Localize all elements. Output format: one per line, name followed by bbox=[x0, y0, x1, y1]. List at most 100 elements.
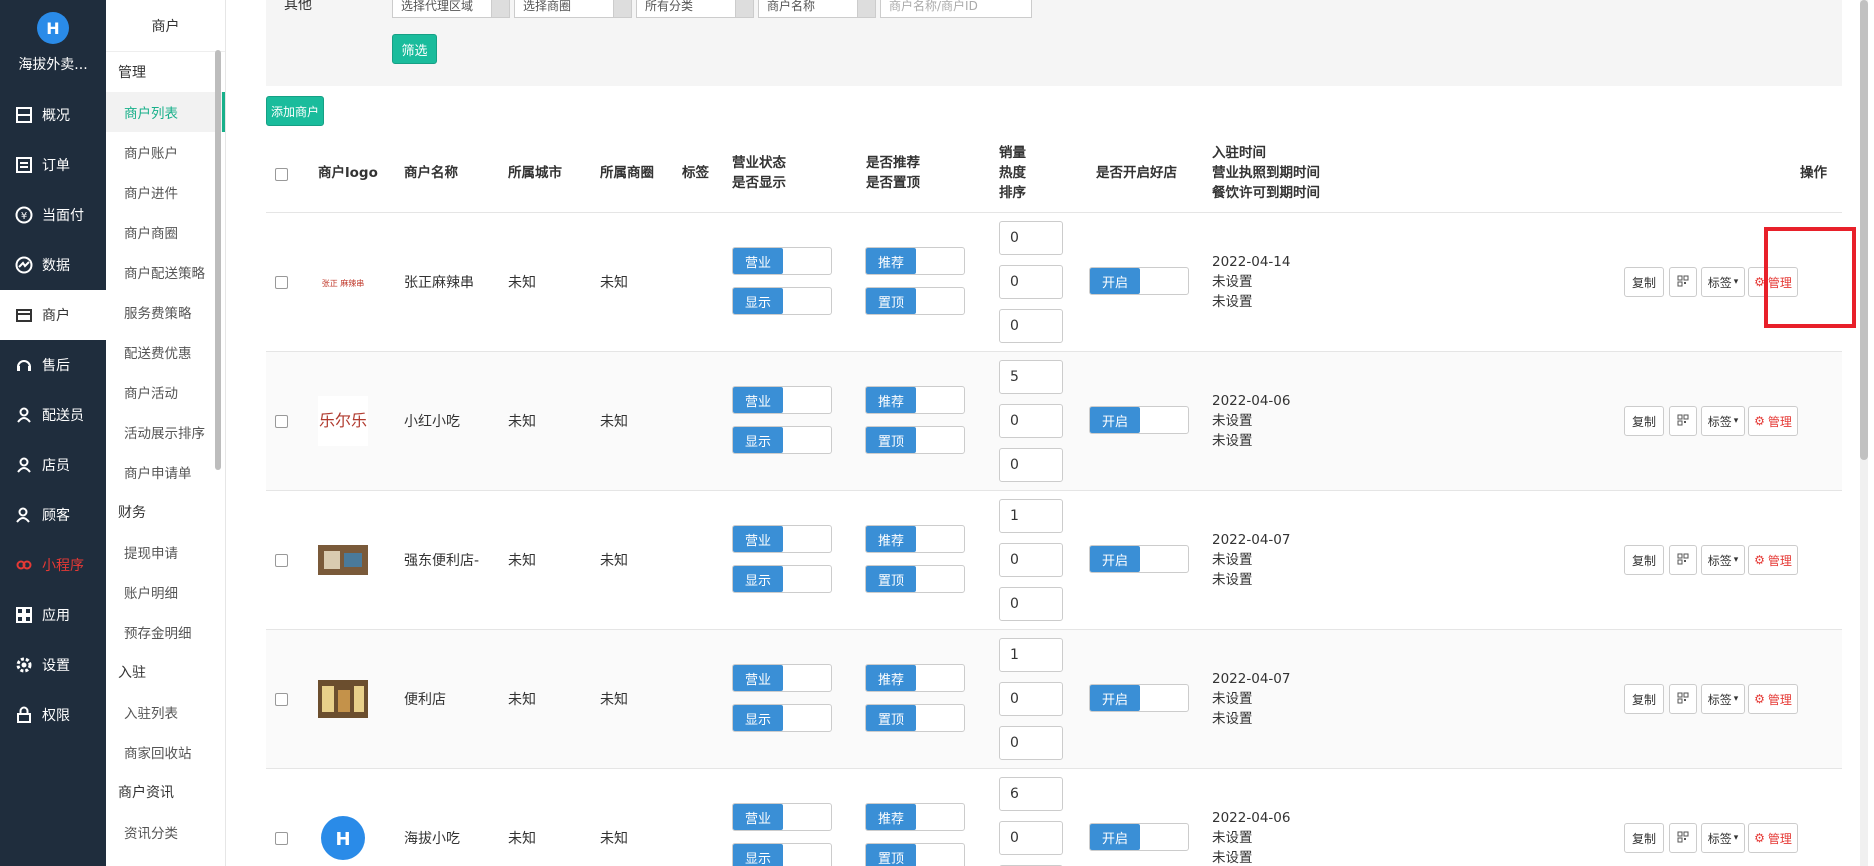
nav-item-4[interactable]: 商户 bbox=[0, 290, 106, 340]
tag-dropdown-button[interactable]: 标签 ▾ bbox=[1701, 684, 1745, 714]
subnav-item[interactable]: 商户配送策略 bbox=[106, 252, 225, 292]
manage-button[interactable]: ⚙ 管理 bbox=[1748, 823, 1798, 853]
nav-item-2[interactable]: ¥ 当面付 bbox=[0, 190, 106, 240]
show-toggle[interactable]: 显示 bbox=[732, 426, 832, 454]
recommend-toggle[interactable]: 推荐 bbox=[865, 664, 965, 692]
subnav-item[interactable]: 预存金明细 bbox=[106, 612, 225, 652]
copy-button[interactable]: 复制 bbox=[1624, 823, 1664, 853]
nav-item-12[interactable]: 权限 bbox=[0, 690, 106, 740]
sales-input[interactable]: 5 bbox=[999, 360, 1063, 394]
nav-item-10[interactable]: 应用 bbox=[0, 590, 106, 640]
subnav-item[interactable]: 商户账户 bbox=[106, 132, 225, 172]
add-merchant-button[interactable]: 添加商户 bbox=[266, 96, 324, 126]
top-toggle[interactable]: 置顶 bbox=[865, 704, 965, 732]
row-checkbox[interactable] bbox=[275, 554, 288, 567]
show-toggle[interactable]: 显示 bbox=[732, 843, 832, 866]
heat-input[interactable]: 0 bbox=[999, 682, 1063, 716]
show-toggle[interactable]: 显示 bbox=[732, 287, 832, 315]
sales-input[interactable]: 1 bbox=[999, 638, 1063, 672]
good-store-toggle[interactable]: 开启 bbox=[1089, 267, 1189, 295]
recommend-toggle[interactable]: 推荐 bbox=[865, 525, 965, 553]
sort-input[interactable]: 0 bbox=[999, 448, 1063, 482]
open-toggle[interactable]: 营业 bbox=[732, 247, 832, 275]
top-toggle[interactable]: 置顶 bbox=[865, 426, 965, 454]
manage-button[interactable]: ⚙ 管理 bbox=[1748, 545, 1798, 575]
open-toggle[interactable]: 营业 bbox=[732, 803, 832, 831]
sort-input[interactable]: 0 bbox=[999, 587, 1063, 621]
nav-item-0[interactable]: 概况 bbox=[0, 90, 106, 140]
nav-item-11[interactable]: 设置 bbox=[0, 640, 106, 690]
open-toggle[interactable]: 营业 bbox=[732, 525, 832, 553]
nav-item-9[interactable]: 小程序 bbox=[0, 540, 106, 590]
subnav-item[interactable]: 配送费优惠 bbox=[106, 332, 225, 372]
tag-dropdown-button[interactable]: 标签 ▾ bbox=[1701, 406, 1745, 436]
nav-item-7[interactable]: 店员 bbox=[0, 440, 106, 490]
subnav-item[interactable]: 入驻列表 bbox=[106, 692, 225, 732]
subnav-item[interactable]: 商户进件 bbox=[106, 172, 225, 212]
qrcode-button[interactable] bbox=[1669, 267, 1697, 297]
nav-item-1[interactable]: 订单 bbox=[0, 140, 106, 190]
copy-button[interactable]: 复制 bbox=[1624, 267, 1664, 297]
sales-input[interactable]: 6 bbox=[999, 777, 1063, 811]
sort-input[interactable]: 0 bbox=[999, 726, 1063, 760]
copy-button[interactable]: 复制 bbox=[1624, 406, 1664, 436]
open-toggle[interactable]: 营业 bbox=[732, 664, 832, 692]
copy-button[interactable]: 复制 bbox=[1624, 684, 1664, 714]
row-checkbox[interactable] bbox=[275, 832, 288, 845]
nav-item-5[interactable]: 售后 bbox=[0, 340, 106, 390]
nav-item-3[interactable]: 数据 bbox=[0, 240, 106, 290]
sales-input[interactable]: 0 bbox=[999, 221, 1063, 255]
row-checkbox[interactable] bbox=[275, 276, 288, 289]
filter-button[interactable]: 筛选 bbox=[392, 34, 437, 64]
subnav-scrollbar[interactable] bbox=[215, 50, 221, 470]
subnav-item[interactable]: 商户申请单 bbox=[106, 452, 225, 492]
recommend-toggle[interactable]: 推荐 bbox=[865, 247, 965, 275]
circle-select[interactable]: 选择商圈 bbox=[514, 0, 632, 18]
sales-input[interactable]: 1 bbox=[999, 499, 1063, 533]
main-scrollbar[interactable] bbox=[1860, 0, 1868, 866]
show-toggle[interactable]: 显示 bbox=[732, 565, 832, 593]
top-toggle[interactable]: 置顶 bbox=[865, 287, 965, 315]
good-store-toggle[interactable]: 开启 bbox=[1089, 406, 1189, 434]
good-store-toggle[interactable]: 开启 bbox=[1089, 684, 1189, 712]
tag-dropdown-button[interactable]: 标签 ▾ bbox=[1701, 545, 1745, 575]
region-select[interactable]: 选择代理区域 bbox=[392, 0, 510, 18]
manage-button[interactable]: ⚙ 管理 bbox=[1748, 684, 1798, 714]
search-input[interactable]: 商户名称/商户ID bbox=[880, 0, 1032, 18]
main-scrollbar-thumb[interactable] bbox=[1860, 0, 1868, 460]
sort-input[interactable]: 0 bbox=[999, 309, 1063, 343]
heat-input[interactable]: 0 bbox=[999, 404, 1063, 438]
subnav-item[interactable]: 商家回收站 bbox=[106, 732, 225, 772]
recommend-toggle[interactable]: 推荐 bbox=[865, 386, 965, 414]
recommend-toggle[interactable]: 推荐 bbox=[865, 803, 965, 831]
heat-input[interactable]: 0 bbox=[999, 821, 1063, 855]
subnav-item[interactable]: 提现申请 bbox=[106, 532, 225, 572]
tag-dropdown-button[interactable]: 标签 ▾ bbox=[1701, 823, 1745, 853]
subnav-item[interactable]: 资讯分类 bbox=[106, 812, 225, 852]
top-toggle[interactable]: 置顶 bbox=[865, 565, 965, 593]
show-toggle[interactable]: 显示 bbox=[732, 704, 832, 732]
qrcode-button[interactable] bbox=[1669, 823, 1697, 853]
qrcode-button[interactable] bbox=[1669, 406, 1697, 436]
top-toggle[interactable]: 置顶 bbox=[865, 843, 965, 866]
field-select[interactable]: 商户名称 bbox=[758, 0, 876, 18]
nav-item-6[interactable]: 配送员 bbox=[0, 390, 106, 440]
qrcode-button[interactable] bbox=[1669, 684, 1697, 714]
row-checkbox[interactable] bbox=[275, 415, 288, 428]
subnav-item[interactable]: 账户明细 bbox=[106, 572, 225, 612]
subnav-item[interactable]: 商户商圈 bbox=[106, 212, 225, 252]
good-store-toggle[interactable]: 开启 bbox=[1089, 823, 1189, 851]
subnav-item[interactable]: 服务费策略 bbox=[106, 292, 225, 332]
nav-item-8[interactable]: 顾客 bbox=[0, 490, 106, 540]
subnav-item[interactable]: 商户列表 bbox=[106, 92, 225, 132]
subnav-item[interactable]: 商户活动 bbox=[106, 372, 225, 412]
good-store-toggle[interactable]: 开启 bbox=[1089, 545, 1189, 573]
copy-button[interactable]: 复制 bbox=[1624, 545, 1664, 575]
select-all-checkbox[interactable] bbox=[275, 168, 288, 181]
open-toggle[interactable]: 营业 bbox=[732, 386, 832, 414]
category-select[interactable]: 所有分类 bbox=[636, 0, 754, 18]
subnav-item[interactable]: 活动展示排序 bbox=[106, 412, 225, 452]
manage-button[interactable]: ⚙ 管理 bbox=[1748, 406, 1798, 436]
heat-input[interactable]: 0 bbox=[999, 543, 1063, 577]
tag-dropdown-button[interactable]: 标签 ▾ bbox=[1701, 267, 1745, 297]
